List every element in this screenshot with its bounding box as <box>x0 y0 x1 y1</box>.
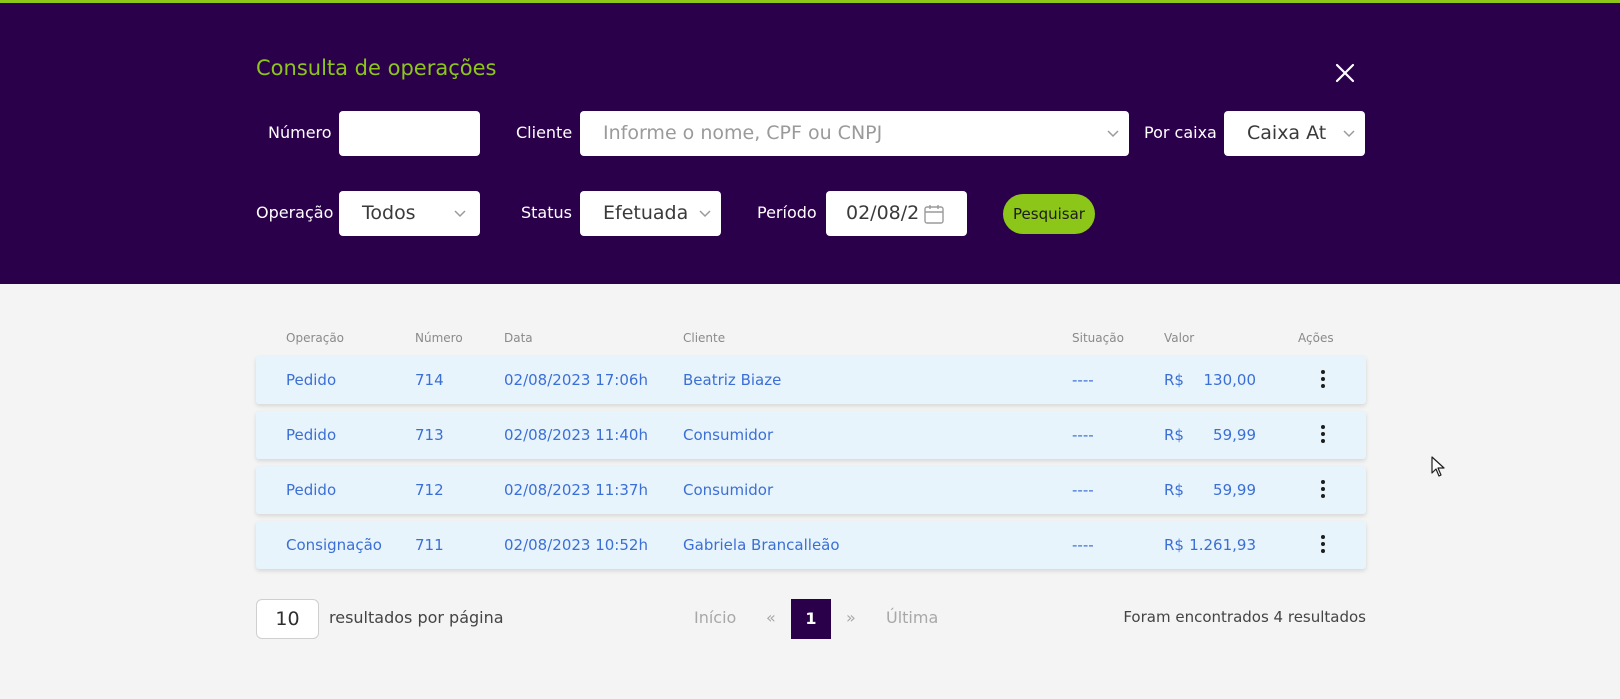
cell-cliente: Consumidor <box>683 481 774 499</box>
status-label: Status <box>521 203 572 222</box>
cell-situacao: ---- <box>1072 481 1094 499</box>
chevron-down-icon <box>454 210 466 218</box>
column-header-valor: Valor <box>1164 331 1195 345</box>
table-row[interactable]: Pedido 712 02/08/2023 11:37h Consumidor … <box>256 466 1366 514</box>
page-title: Consulta de operações <box>256 56 497 80</box>
calendar-icon[interactable] <box>923 203 945 225</box>
cell-data: 02/08/2023 11:40h <box>504 426 648 444</box>
more-actions-icon[interactable] <box>1311 533 1335 557</box>
cliente-placeholder: Informe o nome, CPF ou CNPJ <box>603 122 883 144</box>
status-value: Efetuada <box>603 202 688 224</box>
cell-cliente: Gabriela Brancalleão <box>683 536 840 554</box>
table-row[interactable]: Consignação 711 02/08/2023 10:52h Gabrie… <box>256 521 1366 569</box>
cell-valor: 130,00 <box>1203 371 1257 389</box>
cell-numero: 711 <box>415 536 444 554</box>
cell-operacao: Consignação <box>286 536 382 554</box>
column-header-situacao: Situação <box>1072 331 1124 345</box>
search-panel: Consulta de operações Número Cliente Inf… <box>0 3 1620 284</box>
caixa-label: Por caixa <box>1144 123 1217 142</box>
cell-operacao: Pedido <box>286 481 337 499</box>
search-button[interactable]: Pesquisar <box>1003 194 1095 234</box>
cell-moeda: R$ <box>1164 426 1184 444</box>
cell-moeda: R$ <box>1164 536 1184 554</box>
column-header-operacao: Operação <box>286 331 345 345</box>
operacao-select[interactable]: Todos <box>339 191 480 236</box>
cell-numero: 714 <box>415 371 444 389</box>
pagination-prev[interactable]: « <box>766 608 776 627</box>
cell-data: 02/08/2023 10:52h <box>504 536 648 554</box>
caixa-value: Caixa At <box>1247 122 1327 144</box>
mouse-cursor-icon <box>1431 456 1445 477</box>
numero-label: Número <box>268 123 332 142</box>
cell-situacao: ---- <box>1072 371 1094 389</box>
cell-data: 02/08/2023 11:37h <box>504 481 648 499</box>
cliente-label: Cliente <box>516 123 573 142</box>
operacao-label: Operação <box>256 203 334 222</box>
results-count: Foram encontrados 4 resultados <box>1123 608 1366 626</box>
table-row[interactable]: Pedido 713 02/08/2023 11:40h Consumidor … <box>256 411 1366 459</box>
table-header: Operação Número Data Cliente Situação Va… <box>256 331 1366 349</box>
pagination-last[interactable]: Última <box>886 608 938 627</box>
cell-situacao: ---- <box>1072 426 1094 444</box>
per-page-label: resultados por página <box>329 608 504 627</box>
close-icon[interactable] <box>1332 60 1358 86</box>
numero-text-field[interactable] <box>339 111 480 156</box>
status-select[interactable]: Efetuada <box>580 191 721 236</box>
column-header-cliente: Cliente <box>683 331 726 345</box>
cell-valor: 1.261,93 <box>1189 536 1256 554</box>
pagination-first[interactable]: Início <box>694 608 736 627</box>
cell-situacao: ---- <box>1072 536 1094 554</box>
cell-moeda: R$ <box>1164 481 1184 499</box>
chevron-down-icon <box>1107 130 1119 138</box>
cell-numero: 713 <box>415 426 444 444</box>
more-actions-icon[interactable] <box>1311 478 1335 502</box>
cell-moeda: R$ <box>1164 371 1184 389</box>
operacao-value: Todos <box>362 202 416 224</box>
pagination-current-page[interactable]: 1 <box>791 599 831 639</box>
periodo-date-input[interactable]: 02/08/2 <box>826 191 967 236</box>
pagination-next[interactable]: » <box>846 608 856 627</box>
column-header-data: Data <box>504 331 533 345</box>
cell-data: 02/08/2023 17:06h <box>504 371 648 389</box>
cell-cliente: Beatriz Biaze <box>683 371 782 389</box>
column-header-acoes: Ações <box>1298 331 1334 345</box>
numero-input[interactable] <box>339 111 480 156</box>
periodo-label: Período <box>757 203 817 222</box>
more-actions-icon[interactable] <box>1311 368 1335 392</box>
caixa-select[interactable]: Caixa At <box>1224 111 1365 156</box>
cell-operacao: Pedido <box>286 371 337 389</box>
column-header-numero: Número <box>415 331 463 345</box>
cell-numero: 712 <box>415 481 444 499</box>
cell-cliente: Consumidor <box>683 426 774 444</box>
periodo-value: 02/08/2 <box>846 202 920 224</box>
cliente-select[interactable]: Informe o nome, CPF ou CNPJ <box>580 111 1129 156</box>
cell-valor: 59,99 <box>1213 426 1256 444</box>
per-page-input[interactable]: 10 <box>256 599 319 639</box>
chevron-down-icon <box>1343 130 1355 138</box>
chevron-down-icon <box>699 210 711 218</box>
more-actions-icon[interactable] <box>1311 423 1335 447</box>
cell-valor: 59,99 <box>1213 481 1256 499</box>
cell-operacao: Pedido <box>286 426 337 444</box>
table-row[interactable]: Pedido 714 02/08/2023 17:06h Beatriz Bia… <box>256 356 1366 404</box>
